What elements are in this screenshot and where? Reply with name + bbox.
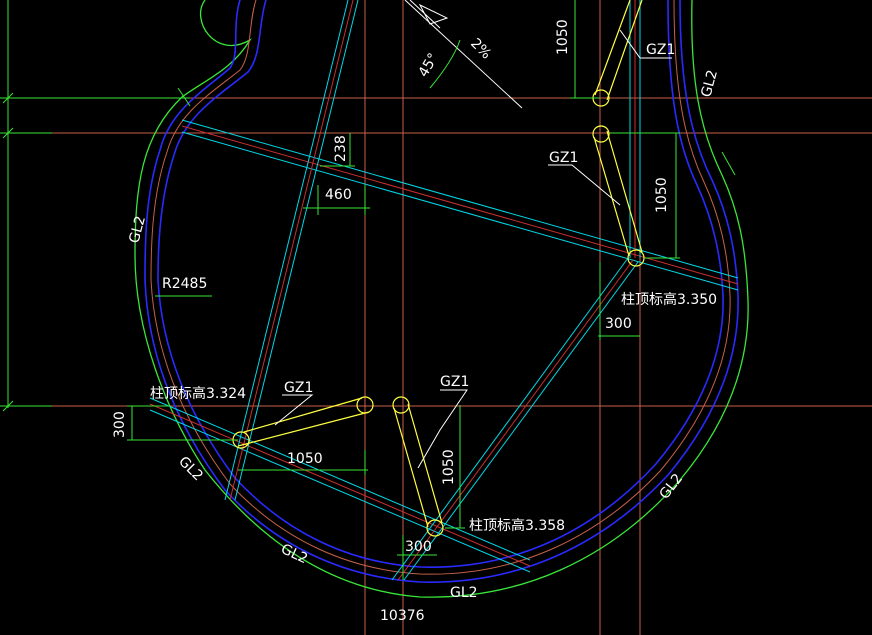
- cad-drawing: GZ1 GZ1 GZ1 GZ1 GL2 GL2 GL2 GL2 GL2 GL2 …: [0, 0, 872, 635]
- angle-2pct: 2%: [467, 36, 494, 63]
- label-gz1-right: GZ1: [549, 150, 578, 166]
- label-gl2-lower-left: GL2: [175, 454, 206, 485]
- dim-1050-right: 1050: [654, 177, 670, 213]
- label-gl2-bottom-left: GL2: [278, 541, 310, 567]
- label-gz1-mid: GZ1: [440, 374, 469, 390]
- label-gl2-bottom: GL2: [450, 585, 478, 601]
- elevation-bottom: 柱顶标高3.358: [469, 517, 565, 534]
- label-gl2-right-bottom: GL2: [657, 471, 687, 503]
- angle-45: 45°: [416, 50, 442, 80]
- label-gz1-top-right: GZ1: [646, 42, 675, 58]
- elevation-right: 柱顶标高3.350: [621, 291, 717, 308]
- dim-1050-left: 1050: [287, 451, 323, 467]
- dim-1050-top: 1050: [555, 19, 571, 55]
- beam-lower-edge2: [149, 409, 531, 573]
- dim-300-left: 300: [112, 411, 128, 438]
- left-dimension-lines: [0, 0, 190, 412]
- beam-diag-left-edge2: [234, 0, 359, 501]
- gz1-left-column: [237, 397, 370, 447]
- radius-label: R2485: [162, 276, 207, 292]
- label-gz1-left: GZ1: [284, 380, 313, 396]
- dim-300-right: 300: [605, 316, 632, 332]
- dim-460: 460: [325, 187, 352, 203]
- label-gl2-right-top: GL2: [698, 68, 721, 99]
- beam-diag-left-core: [229, 0, 354, 501]
- beam-lower-core: [149, 403, 531, 567]
- dim-238: 238: [333, 135, 349, 162]
- dim-1050-mid: 1050: [441, 449, 457, 485]
- gz1-mid-column: [393, 403, 443, 528]
- elevation-left: 柱顶标高3.324: [150, 385, 246, 402]
- gz1-right-cap: [592, 125, 610, 143]
- dim-300-bottom: 300: [405, 539, 432, 555]
- axis-grid: [0, 0, 872, 635]
- gz1-mid-cap: [392, 396, 410, 414]
- beam-lower-edge1: [149, 397, 531, 561]
- leader-lines: [274, 0, 672, 469]
- dim-10376: 10376: [380, 608, 425, 624]
